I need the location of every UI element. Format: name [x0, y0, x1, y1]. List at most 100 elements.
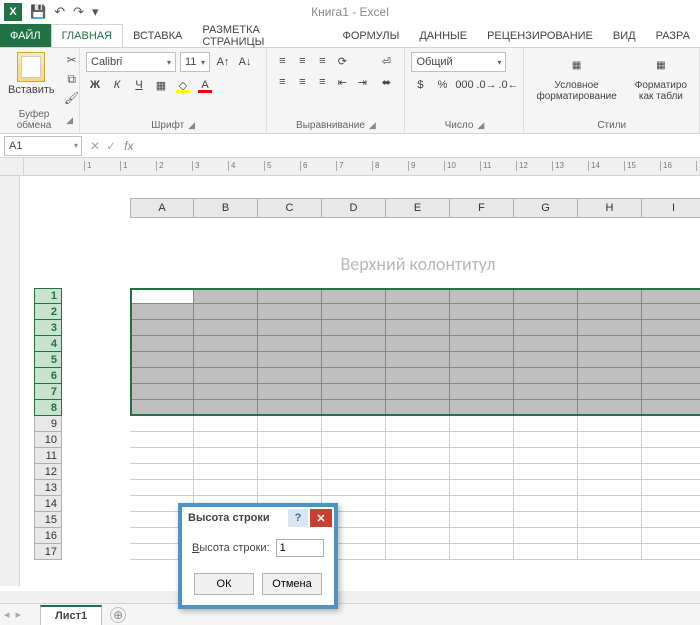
cell[interactable] — [194, 320, 258, 336]
bold-button[interactable]: Ж — [86, 76, 104, 94]
cell[interactable] — [642, 432, 700, 448]
cell[interactable] — [450, 320, 514, 336]
horizontal-scrollbar[interactable] — [0, 591, 700, 603]
cell[interactable] — [194, 480, 258, 496]
wrap-text-icon[interactable]: ⏎ — [377, 52, 395, 70]
cell[interactable] — [578, 320, 642, 336]
cell[interactable] — [130, 448, 194, 464]
tab-review[interactable]: РЕЦЕНЗИРОВАНИЕ — [477, 24, 603, 47]
copy-icon[interactable]: ⧉ — [63, 71, 81, 87]
cell[interactable] — [386, 496, 450, 512]
dialog-titlebar[interactable]: Высота строки ? ✕ — [182, 507, 334, 529]
sheet-tab-1[interactable]: Лист1 — [40, 605, 102, 625]
cell[interactable] — [194, 400, 258, 416]
cell[interactable] — [642, 416, 700, 432]
align-top-icon[interactable]: ≡ — [273, 52, 291, 70]
cell[interactable] — [578, 464, 642, 480]
tab-data[interactable]: ДАННЫЕ — [409, 24, 477, 47]
cell[interactable] — [514, 352, 578, 368]
ok-button[interactable]: ОК — [194, 573, 254, 595]
cell[interactable] — [258, 464, 322, 480]
alignment-launcher-icon[interactable]: ◢ — [369, 120, 376, 131]
align-bottom-icon[interactable]: ≡ — [313, 52, 331, 70]
cell[interactable] — [322, 464, 386, 480]
cell[interactable] — [642, 336, 700, 352]
font-name-select[interactable]: Calibri — [86, 52, 176, 72]
format-painter-icon[interactable]: 🖌 — [63, 90, 81, 106]
cell[interactable] — [386, 544, 450, 560]
cell[interactable] — [130, 464, 194, 480]
cell[interactable] — [258, 400, 322, 416]
cell[interactable] — [514, 416, 578, 432]
name-box[interactable]: A1 — [4, 136, 82, 156]
column-header[interactable]: E — [386, 198, 450, 218]
row-header[interactable]: 11 — [34, 448, 62, 464]
cell[interactable] — [450, 416, 514, 432]
column-header[interactable]: G — [514, 198, 578, 218]
number-format-select[interactable]: Общий — [411, 52, 506, 72]
cell[interactable] — [514, 384, 578, 400]
cell[interactable] — [194, 352, 258, 368]
cell[interactable] — [514, 432, 578, 448]
redo-icon[interactable]: ↷ — [73, 4, 84, 20]
row-header[interactable]: 15 — [34, 512, 62, 528]
column-header[interactable]: B — [194, 198, 258, 218]
cut-icon[interactable]: ✂ — [63, 52, 81, 68]
currency-icon[interactable]: $ — [411, 76, 429, 94]
comma-icon[interactable]: 000 — [455, 76, 473, 94]
font-launcher-icon[interactable]: ◢ — [188, 120, 195, 131]
cell[interactable] — [514, 512, 578, 528]
tab-view[interactable]: ВИД — [603, 24, 646, 47]
tab-formulas[interactable]: ФОРМУЛЫ — [332, 24, 409, 47]
qat-more-icon[interactable]: ▾ — [92, 4, 99, 20]
cell[interactable] — [450, 464, 514, 480]
cell[interactable] — [514, 320, 578, 336]
cell[interactable] — [642, 320, 700, 336]
row-header[interactable]: 17 — [34, 544, 62, 560]
cell[interactable] — [578, 288, 642, 304]
align-center-icon[interactable]: ≡ — [293, 73, 311, 91]
cell[interactable] — [642, 464, 700, 480]
cell[interactable] — [258, 384, 322, 400]
row-height-input[interactable] — [276, 539, 324, 557]
cell[interactable] — [642, 304, 700, 320]
tab-page-layout[interactable]: РАЗМЕТКА СТРАНИЦЫ — [192, 24, 332, 47]
cell[interactable] — [194, 464, 258, 480]
indent-decrease-icon[interactable]: ⇤ — [333, 73, 351, 91]
cell[interactable] — [130, 336, 194, 352]
column-header[interactable]: D — [322, 198, 386, 218]
cell[interactable] — [578, 512, 642, 528]
decrease-decimal-icon[interactable]: .0← — [499, 76, 517, 94]
row-header[interactable]: 3 — [34, 320, 62, 336]
cell[interactable] — [194, 288, 258, 304]
cell[interactable] — [386, 320, 450, 336]
tab-file[interactable]: ФАЙЛ — [0, 24, 51, 47]
sheet-nav-next-icon[interactable]: ▸ — [16, 608, 22, 621]
cell[interactable] — [194, 432, 258, 448]
cell[interactable] — [450, 480, 514, 496]
font-size-select[interactable]: 11 — [180, 52, 210, 72]
cell[interactable] — [642, 528, 700, 544]
cell[interactable] — [642, 368, 700, 384]
indent-increase-icon[interactable]: ⇥ — [353, 73, 371, 91]
cell[interactable] — [578, 352, 642, 368]
cell[interactable] — [386, 400, 450, 416]
row-header[interactable]: 10 — [34, 432, 62, 448]
cell[interactable] — [194, 416, 258, 432]
cell[interactable] — [322, 336, 386, 352]
increase-decimal-icon[interactable]: .0→ — [477, 76, 495, 94]
column-header[interactable]: H — [578, 198, 642, 218]
cell[interactable] — [450, 288, 514, 304]
column-header[interactable]: I — [642, 198, 700, 218]
cell[interactable] — [130, 304, 194, 320]
row-header[interactable]: 2 — [34, 304, 62, 320]
row-header[interactable]: 6 — [34, 368, 62, 384]
orientation-icon[interactable]: ⟳ — [333, 52, 351, 70]
cell[interactable] — [642, 384, 700, 400]
cell[interactable] — [322, 320, 386, 336]
cell[interactable] — [258, 416, 322, 432]
cell[interactable] — [386, 384, 450, 400]
cell[interactable] — [578, 544, 642, 560]
dialog-help-button[interactable]: ? — [288, 509, 308, 527]
cell[interactable] — [514, 288, 578, 304]
